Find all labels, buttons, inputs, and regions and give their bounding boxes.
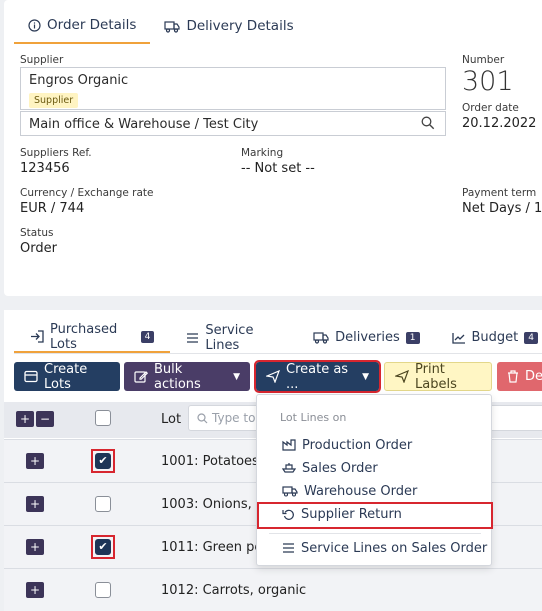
tab-label: Service Lines [205, 323, 281, 353]
collapse-all-button[interactable]: − [36, 411, 54, 427]
payment-term-value: Net Days / 14 [462, 201, 542, 216]
paper-plane-icon [266, 370, 280, 383]
chart-line-icon [452, 332, 466, 344]
row-checkbox[interactable]: ✔ [95, 453, 111, 469]
order-number: 301 [462, 66, 514, 97]
dropdown-section-header: Lot Lines on [280, 411, 346, 424]
menu-item-label: Production Order [302, 438, 412, 453]
marking-value[interactable]: -- Not set -- [241, 161, 315, 176]
suppliers-ref-value: 123456 [20, 161, 70, 176]
marking-label: Marking [241, 147, 283, 159]
top-tabs: Order Details Delivery Details [14, 8, 308, 44]
paper-plane-icon [395, 370, 409, 383]
truck-icon [164, 20, 180, 33]
supplier-label: Supplier [20, 54, 63, 66]
expand-row-button[interactable]: + [26, 453, 44, 469]
suppliers-ref-label: Suppliers Ref. [20, 147, 92, 159]
address-field[interactable]: Main office & Warehouse / Test City [20, 111, 446, 136]
select-all-checkbox[interactable] [95, 410, 111, 426]
row-checkbox[interactable] [95, 496, 111, 512]
count-badge: 4 [141, 331, 155, 343]
currency-label: Currency / Exchange rate [20, 187, 154, 199]
tab-service-lines[interactable]: Service Lines [170, 322, 297, 353]
row-checkbox[interactable]: ✔ [95, 539, 111, 555]
currency-value: EUR / 744 [20, 201, 84, 216]
lines-tabs: Purchased Lots 4 Service Lines Deliverie… [14, 322, 542, 354]
tab-label: Order Details [47, 17, 136, 33]
tab-label: Budget [472, 330, 519, 345]
lot-name: 1012: Carrots, organic [161, 583, 306, 598]
ship-icon [282, 462, 296, 474]
supplier-name: Engros Organic [29, 73, 128, 88]
login-arrow-icon [30, 330, 44, 343]
truck-icon [313, 331, 329, 344]
menu-item-label: Service Lines on Sales Order [301, 541, 487, 556]
menu-item-sales-order[interactable]: Sales Order [257, 457, 493, 479]
expand-row-button[interactable]: + [26, 496, 44, 512]
list-icon [282, 542, 295, 554]
order-date-value: 20.12.2022 [462, 116, 536, 131]
caret-down-icon: ▼ [233, 372, 240, 382]
lot-name: 1011: Green pea [161, 540, 270, 555]
delete-button[interactable]: De [497, 362, 542, 391]
create-lots-button[interactable]: Create Lots [14, 362, 120, 391]
count-badge: 1 [406, 332, 420, 344]
address-value: Main office & Warehouse / Test City [29, 117, 258, 132]
row-checkbox[interactable] [95, 582, 111, 598]
lot-column-header: Lot [161, 412, 181, 427]
info-icon [28, 19, 41, 32]
tab-delivery-details[interactable]: Delivery Details [150, 8, 307, 44]
caret-down-icon: ▼ [362, 372, 369, 382]
create-as-button[interactable]: Create as ... ▼ [256, 362, 379, 391]
table-row: + 1012: Carrots, organic [4, 568, 542, 611]
create-as-label: Create as ... [286, 362, 356, 392]
tab-label: Purchased Lots [50, 322, 135, 352]
bulk-actions-label: Bulk actions [154, 362, 227, 392]
order-date-label: Order date [462, 102, 519, 114]
tab-label: Deliveries [335, 330, 400, 345]
status-label: Status [20, 227, 53, 239]
factory-icon [282, 439, 296, 451]
menu-divider [269, 533, 481, 534]
tab-order-details[interactable]: Order Details [14, 8, 150, 44]
create-lots-label: Create Lots [44, 362, 110, 392]
truck-icon [282, 485, 298, 497]
count-badge: 4 [524, 332, 538, 344]
expand-row-button[interactable]: + [26, 539, 44, 555]
menu-item-warehouse-order[interactable]: Warehouse Order [257, 480, 493, 502]
box-icon [24, 370, 38, 383]
tab-budget[interactable]: Budget 4 [436, 322, 542, 353]
menu-item-label: Warehouse Order [304, 484, 417, 499]
payment-term-label: Payment term [462, 187, 536, 199]
list-icon [186, 332, 199, 344]
supplier-field[interactable]: Engros Organic Supplier [20, 67, 446, 110]
lot-name: 1003: Onions, o [161, 497, 264, 512]
menu-item-label: Sales Order [302, 461, 378, 476]
tab-label: Delivery Details [186, 18, 293, 34]
expand-all-button[interactable]: + [16, 411, 34, 427]
tab-purchased-lots[interactable]: Purchased Lots 4 [14, 322, 170, 353]
lot-name: 1001: Potatoes, [161, 454, 263, 469]
search-icon [197, 413, 208, 424]
search-icon[interactable] [421, 116, 435, 130]
print-labels-label: Print Labels [415, 362, 481, 392]
status-value: Order [20, 241, 57, 256]
highlight-frame [257, 502, 493, 529]
create-as-dropdown: Lot Lines on Production Order Sales Orde… [256, 394, 492, 566]
bulk-actions-button[interactable]: Bulk actions ▼ [124, 362, 250, 391]
delete-label: De [525, 369, 542, 384]
supplier-badge: Supplier [29, 93, 78, 108]
number-label: Number [462, 54, 504, 66]
menu-item-service-lines-sales-order[interactable]: Service Lines on Sales Order [257, 537, 493, 559]
edit-icon [134, 370, 148, 383]
expand-row-button[interactable]: + [26, 582, 44, 598]
print-labels-button[interactable]: Print Labels [384, 362, 492, 391]
trash-icon [507, 370, 519, 383]
menu-item-production-order[interactable]: Production Order [257, 434, 493, 456]
tab-deliveries[interactable]: Deliveries 1 [297, 322, 435, 353]
